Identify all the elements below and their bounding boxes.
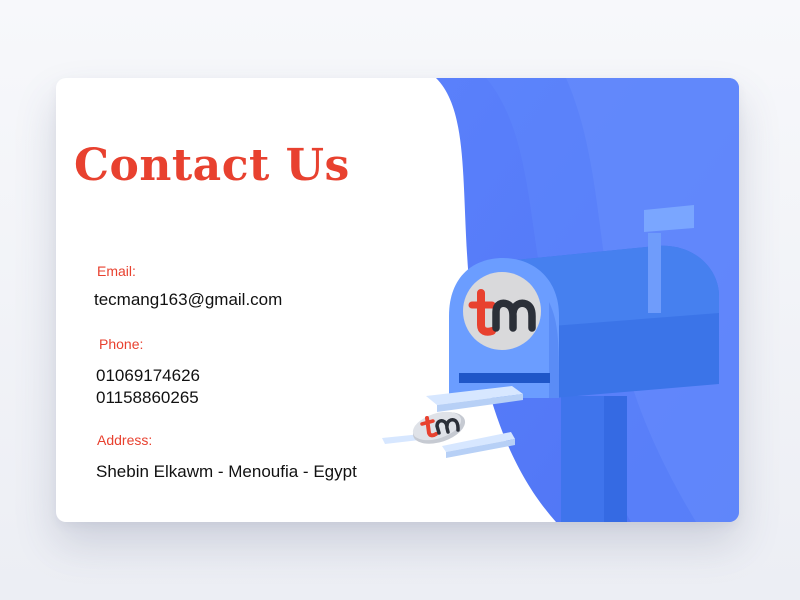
mailbox-post-shade bbox=[604, 396, 627, 522]
page-title: Contact Us bbox=[74, 140, 350, 191]
address-label: Address: bbox=[97, 432, 153, 448]
mailbox-slot bbox=[459, 373, 550, 383]
page-background: Contact Us Email: tecmang163@gmail.com P… bbox=[0, 0, 800, 600]
email-value[interactable]: tecmang163@gmail.com bbox=[94, 289, 282, 311]
contact-card: Contact Us Email: tecmang163@gmail.com P… bbox=[56, 78, 739, 522]
mailbox-flag-pole bbox=[648, 233, 661, 313]
email-label: Email: bbox=[97, 263, 136, 279]
phone-label: Phone: bbox=[99, 336, 144, 352]
tm-logo-icon bbox=[463, 272, 541, 350]
phone-number[interactable]: 01158860265 bbox=[96, 387, 199, 409]
address-value: Shebin Elkawm - Menoufia - Egypt bbox=[96, 462, 357, 481]
phone-number[interactable]: 01069174626 bbox=[96, 365, 200, 387]
